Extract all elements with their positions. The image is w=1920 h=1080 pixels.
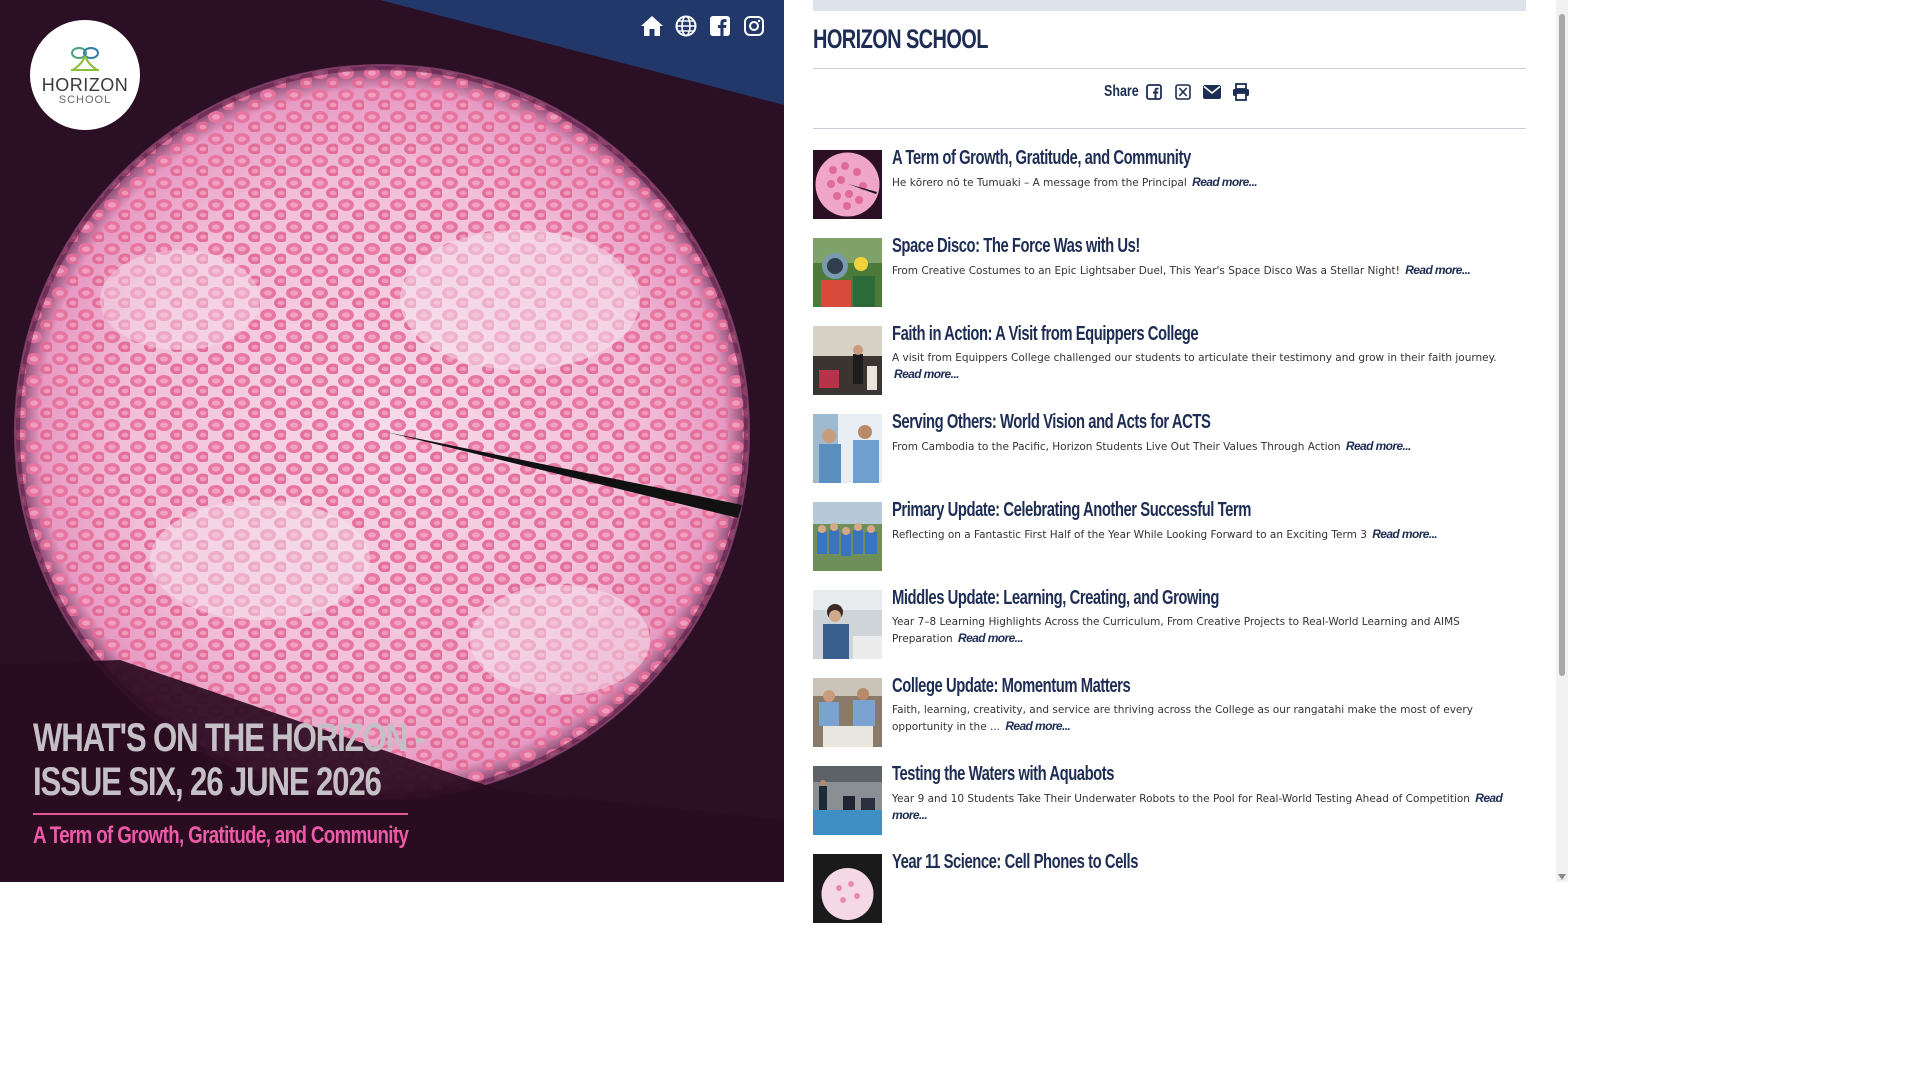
newsletter-subtitle: A Term of Growth, Gratitude, and Communi… bbox=[33, 822, 409, 849]
read-more-link[interactable]: Read more... bbox=[1346, 439, 1411, 453]
logo-mark-icon bbox=[71, 46, 99, 71]
list-item[interactable]: A Term of Growth, Gratitude, and Communi… bbox=[813, 147, 1526, 238]
print-icon[interactable] bbox=[1231, 82, 1251, 102]
list-item[interactable]: Testing the Waters with Aquabots Year 9 … bbox=[813, 763, 1526, 854]
list-item[interactable]: Serving Others: World Vision and Acts fo… bbox=[813, 411, 1526, 502]
article-desc: Reflecting on a Fantastic First Half of … bbox=[892, 529, 1367, 541]
article-summary: Faith, learning, creativity, and service… bbox=[892, 703, 1522, 735]
article-desc: He kōrero nō te Tumuaki – A message from… bbox=[892, 177, 1187, 189]
read-more-link[interactable]: Read more... bbox=[1005, 719, 1070, 733]
article-desc: From Cambodia to the Pacific, Horizon St… bbox=[892, 441, 1341, 453]
list-item[interactable]: Primary Update: Celebrating Another Succ… bbox=[813, 499, 1526, 590]
article-thumbnail[interactable] bbox=[813, 150, 882, 219]
article-title[interactable]: Primary Update: Celebrating Another Succ… bbox=[892, 499, 1251, 522]
email-icon[interactable] bbox=[1202, 82, 1222, 102]
read-more-link[interactable]: Read more... bbox=[958, 631, 1023, 645]
divider bbox=[813, 128, 1526, 129]
globe-icon[interactable] bbox=[674, 14, 698, 38]
scroll-down-arrow-icon[interactable] bbox=[1558, 874, 1566, 880]
logo-text-school: SCHOOL bbox=[58, 93, 112, 106]
scrollbar-thumb[interactable] bbox=[1559, 14, 1565, 676]
read-more-link[interactable]: Read more... bbox=[1372, 527, 1437, 541]
hero-panel: HORIZON SCHOOL WHAT'S ON THE HORIZON - I… bbox=[0, 0, 784, 882]
article-summary: From Creative Costumes to an Epic Lights… bbox=[892, 263, 1522, 280]
read-more-link[interactable]: Read more... bbox=[1405, 263, 1470, 277]
article-title[interactable]: Year 11 Science: Cell Phones to Cells bbox=[892, 851, 1138, 874]
share-label: Share bbox=[1104, 83, 1139, 100]
article-summary: Year 9 and 10 Students Take Their Underw… bbox=[892, 791, 1522, 824]
facebook-icon[interactable] bbox=[708, 14, 732, 38]
article-desc: A visit from Equippers College challenge… bbox=[892, 352, 1497, 364]
article-desc: Faith, learning, creativity, and service… bbox=[892, 704, 1473, 733]
article-thumbnail[interactable] bbox=[813, 326, 882, 395]
home-icon[interactable] bbox=[640, 14, 664, 38]
x-icon[interactable] bbox=[1173, 82, 1193, 102]
list-item[interactable]: Space Disco: The Force Was with Us! From… bbox=[813, 235, 1526, 326]
article-thumbnail[interactable] bbox=[813, 414, 882, 483]
school-title: HORIZON SCHOOL bbox=[813, 24, 988, 54]
article-title[interactable]: Faith in Action: A Visit from Equippers … bbox=[892, 323, 1199, 346]
article-title[interactable]: Serving Others: World Vision and Acts fo… bbox=[892, 411, 1211, 434]
article-thumbnail[interactable] bbox=[813, 238, 882, 307]
article-summary: Year 7–8 Learning Highlights Across the … bbox=[892, 615, 1522, 647]
article-title[interactable]: College Update: Momentum Matters bbox=[892, 675, 1131, 698]
article-thumbnail[interactable] bbox=[813, 590, 882, 659]
hero-social-icons bbox=[640, 14, 766, 38]
article-title[interactable]: Middles Update: Learning, Creating, and … bbox=[892, 587, 1219, 610]
list-item[interactable]: Middles Update: Learning, Creating, and … bbox=[813, 587, 1526, 678]
article-list: A Term of Growth, Gratitude, and Communi… bbox=[813, 147, 1526, 942]
share-row: Share bbox=[1104, 82, 1251, 102]
article-summary: He kōrero nō te Tumuaki – A message from… bbox=[892, 175, 1522, 192]
logo-text-horizon: HORIZON bbox=[41, 74, 129, 95]
article-thumbnail[interactable] bbox=[813, 502, 882, 571]
article-thumbnail[interactable] bbox=[813, 766, 882, 835]
article-desc: From Creative Costumes to an Epic Lights… bbox=[892, 265, 1400, 277]
scrollbar[interactable] bbox=[1556, 0, 1568, 882]
article-title[interactable]: Space Disco: The Force Was with Us! bbox=[892, 235, 1140, 258]
divider bbox=[813, 68, 1526, 69]
instagram-icon[interactable] bbox=[742, 14, 766, 38]
article-summary: A visit from Equippers College challenge… bbox=[892, 351, 1522, 383]
read-more-link[interactable]: Read more... bbox=[894, 367, 959, 381]
article-thumbnail[interactable] bbox=[813, 678, 882, 747]
article-desc: Year 9 and 10 Students Take Their Underw… bbox=[892, 793, 1470, 805]
newsletter-title: WHAT'S ON THE HORIZON - ISSUE SIX, 26 JU… bbox=[33, 716, 425, 804]
top-bar bbox=[813, 0, 1526, 11]
hero-divider bbox=[33, 813, 408, 815]
article-title[interactable]: A Term of Growth, Gratitude, and Communi… bbox=[892, 147, 1191, 170]
list-item[interactable]: College Update: Momentum Matters Faith, … bbox=[813, 675, 1526, 766]
list-item[interactable]: Year 11 Science: Cell Phones to Cells bbox=[813, 851, 1526, 942]
facebook-icon[interactable] bbox=[1144, 82, 1164, 102]
article-summary: From Cambodia to the Pacific, Horizon St… bbox=[892, 439, 1522, 456]
article-title[interactable]: Testing the Waters with Aquabots bbox=[892, 763, 1115, 786]
list-item[interactable]: Faith in Action: A Visit from Equippers … bbox=[813, 323, 1526, 414]
article-summary: Reflecting on a Fantastic First Half of … bbox=[892, 527, 1522, 544]
read-more-link[interactable]: Read more... bbox=[1192, 175, 1257, 189]
article-panel: HORIZON SCHOOL Share A Term of Growth, G… bbox=[784, 0, 1568, 923]
article-thumbnail[interactable] bbox=[813, 854, 882, 923]
school-logo[interactable]: HORIZON SCHOOL bbox=[30, 20, 140, 130]
